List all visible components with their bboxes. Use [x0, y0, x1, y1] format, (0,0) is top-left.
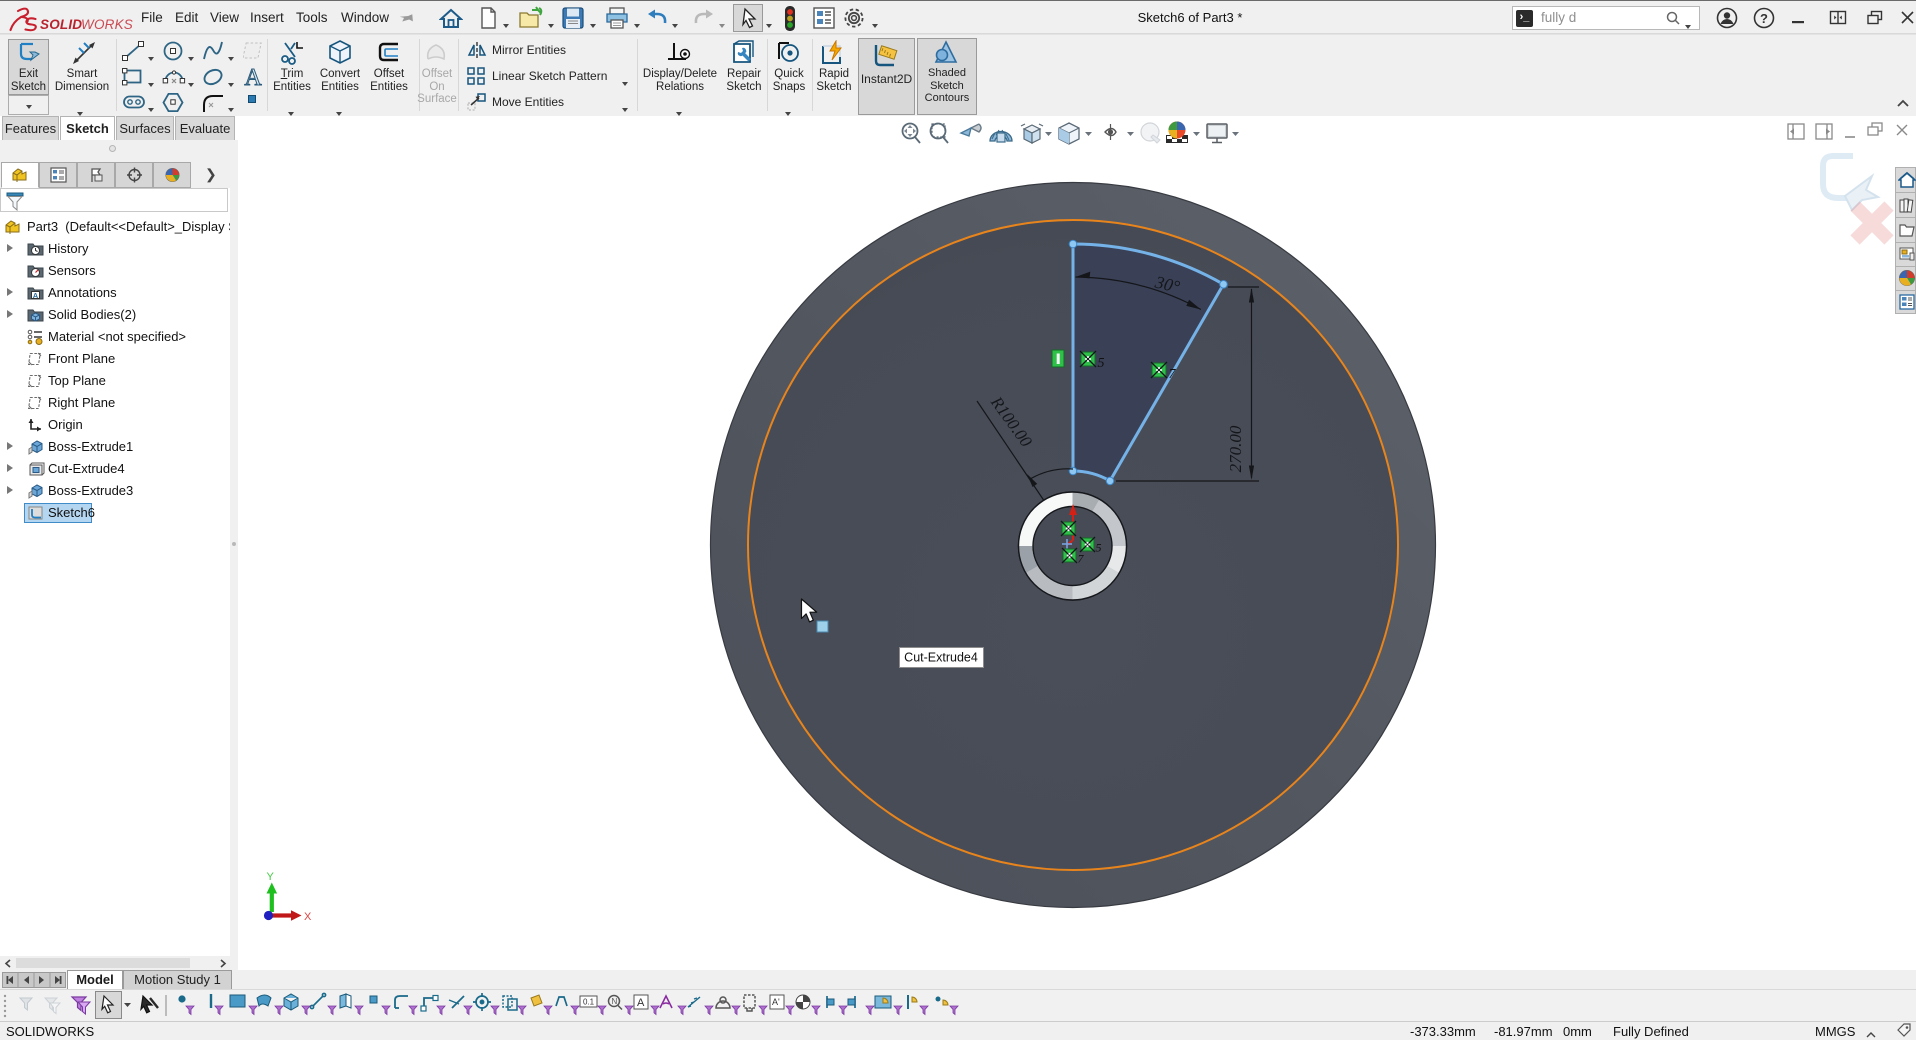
svg-text:Y: Y: [267, 871, 275, 883]
svg-text:A: A: [637, 997, 645, 1009]
svg-text:X: X: [304, 911, 312, 923]
svg-text:A: A: [244, 65, 262, 89]
svg-text:5: 5: [1098, 356, 1105, 371]
svg-text:7: 7: [1078, 552, 1085, 566]
svg-text:5: 5: [1096, 541, 1102, 555]
svg-text:A: A: [33, 291, 39, 300]
svg-text:A': A': [772, 997, 780, 1007]
svg-text:N: N: [612, 997, 618, 1006]
svg-text:7: 7: [1169, 367, 1177, 382]
svg-text:WORKS: WORKS: [81, 17, 133, 32]
svg-text:SOLID: SOLID: [40, 17, 82, 32]
svg-text:?: ?: [1760, 11, 1768, 26]
svg-text:Cut-Extrude4: Cut-Extrude4: [904, 651, 978, 665]
svg-text:0.1: 0.1: [583, 998, 595, 1007]
svg-text:270.00: 270.00: [1226, 425, 1245, 472]
